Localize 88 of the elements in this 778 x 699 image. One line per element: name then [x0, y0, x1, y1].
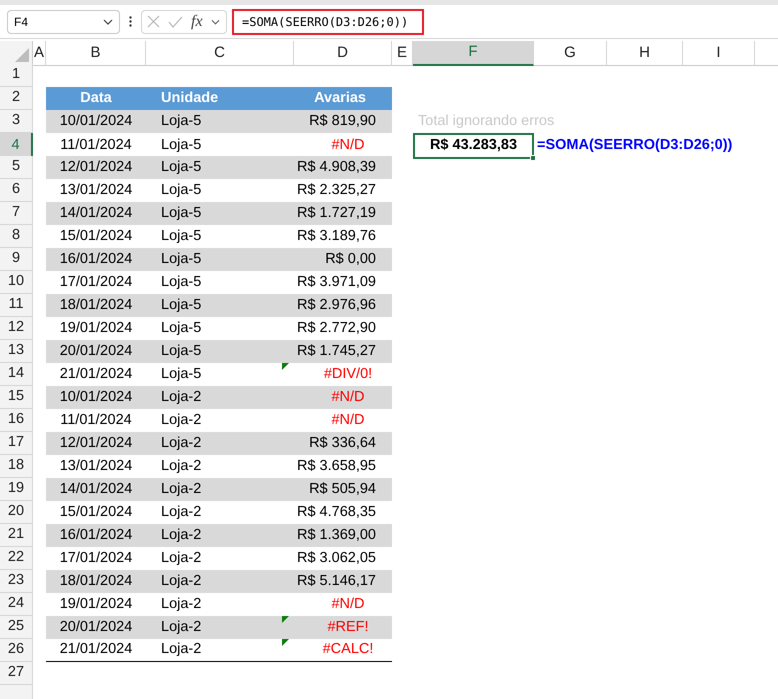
chevron-down-icon: [103, 18, 113, 24]
row-header[interactable]: 9: [0, 248, 33, 271]
column-header[interactable]: I: [683, 41, 755, 66]
column-header[interactable]: E: [392, 41, 413, 66]
fill-handle[interactable]: [530, 154, 536, 161]
row-header[interactable]: 2: [0, 87, 33, 110]
table-cell: 12/01/2024: [46, 432, 146, 455]
row-header[interactable]: 3: [0, 110, 33, 133]
table-cell: R$ 0,00: [294, 248, 392, 271]
table-cell: Loja-5: [146, 110, 294, 133]
row-header[interactable]: 23: [0, 570, 33, 593]
column-header[interactable]: H: [607, 41, 683, 66]
row-header[interactable]: 17: [0, 432, 33, 455]
chevron-down-icon: [210, 18, 220, 24]
row-header[interactable]: 27: [0, 662, 33, 685]
table-cell: R$ 5.146,17: [294, 570, 392, 593]
selected-cell[interactable]: R$ 43.283,83: [413, 133, 534, 159]
table-cell: Loja-5: [146, 340, 294, 363]
column-header[interactable]: B: [46, 41, 146, 66]
formula-field[interactable]: =SOMA(SEERRO(D3:D26;0)): [232, 8, 424, 34]
row-header[interactable]: 5: [0, 156, 33, 179]
table-cell: 18/01/2024: [46, 294, 146, 317]
row-header[interactable]: 20: [0, 501, 33, 524]
table-cell: Loja-5: [146, 156, 294, 179]
table-cell: Loja-2: [146, 432, 294, 455]
column-header[interactable]: A: [33, 41, 46, 66]
row-header[interactable]: 19: [0, 478, 33, 501]
table-cell: R$ 1.745,27: [294, 340, 392, 363]
row-header[interactable]: 1: [0, 64, 33, 87]
select-all-triangle-icon: [15, 48, 29, 62]
table-cell: 14/01/2024: [46, 478, 146, 501]
formula-text: =SOMA(SEERRO(D3:D26;0)): [536, 136, 734, 155]
cancel-icon[interactable]: [147, 15, 160, 28]
error-indicator-icon[interactable]: [282, 363, 289, 370]
row-header[interactable]: 25: [0, 616, 33, 639]
table-cell: 18/01/2024: [46, 570, 146, 593]
table-cell: 10/01/2024: [46, 386, 146, 409]
row-header[interactable]: 6: [0, 179, 33, 202]
row-header[interactable]: 13: [0, 340, 33, 363]
row-header[interactable]: 21: [0, 524, 33, 547]
table-cell: Loja-5: [146, 294, 294, 317]
table-cell: 16/01/2024: [46, 524, 146, 547]
table-cell: Loja-2: [146, 478, 294, 501]
column-header[interactable]: D: [294, 41, 392, 66]
check-icon[interactable]: [168, 16, 183, 28]
column-header[interactable]: G: [534, 41, 607, 66]
row-header[interactable]: 16: [0, 409, 33, 432]
row-header[interactable]: 18: [0, 455, 33, 478]
table-header: Avarias: [294, 87, 392, 110]
row-header[interactable]: 12: [0, 317, 33, 340]
table-cell: Loja-2: [146, 524, 294, 547]
row-header[interactable]: 24: [0, 593, 33, 616]
table-cell: 10/01/2024: [46, 110, 146, 133]
table-cell: 20/01/2024: [46, 340, 146, 363]
table-cell: R$ 1.369,00: [294, 524, 392, 547]
table-cell: R$ 819,90: [294, 110, 392, 133]
row-header[interactable]: 8: [0, 225, 33, 248]
table-cell: Loja-2: [146, 386, 294, 409]
table-cell: R$ 336,64: [294, 432, 392, 455]
column-header[interactable]: F: [413, 41, 534, 66]
row-header[interactable]: 26: [0, 639, 33, 662]
table-cell: Loja-5: [146, 202, 294, 225]
table-cell: Loja-5: [146, 248, 294, 271]
row-header[interactable]: 22: [0, 547, 33, 570]
table-cell: 16/01/2024: [46, 248, 146, 271]
insert-function-icon[interactable]: fx: [191, 14, 203, 30]
table-cell: 12/01/2024: [46, 156, 146, 179]
row-header[interactable]: 14: [0, 363, 33, 386]
table-cell: R$ 1.727,19: [294, 202, 392, 225]
row-header[interactable]: 15: [0, 386, 33, 409]
table-cell: R$ 4.908,39: [294, 156, 392, 179]
table-cell: R$ 2.976,96: [294, 294, 392, 317]
row-header[interactable]: 10: [0, 271, 33, 294]
error-indicator-icon[interactable]: [282, 639, 289, 646]
row-header[interactable]: 7: [0, 202, 33, 225]
table-header: Unidade: [146, 87, 294, 110]
table-cell: Loja-2: [146, 570, 294, 593]
more-options-icon[interactable]: [129, 16, 132, 27]
table-cell: 20/01/2024: [46, 616, 146, 639]
table-header: Data: [46, 87, 146, 110]
table-cell: #N/D: [294, 386, 392, 409]
table-cell: 14/01/2024: [46, 202, 146, 225]
table-cell: R$ 505,94: [294, 478, 392, 501]
name-box[interactable]: F4: [7, 10, 120, 34]
table-cell: Loja-2: [146, 616, 294, 639]
row-header[interactable]: 11: [0, 294, 33, 317]
error-indicator-icon[interactable]: [282, 616, 289, 623]
column-header[interactable]: C: [146, 41, 294, 66]
